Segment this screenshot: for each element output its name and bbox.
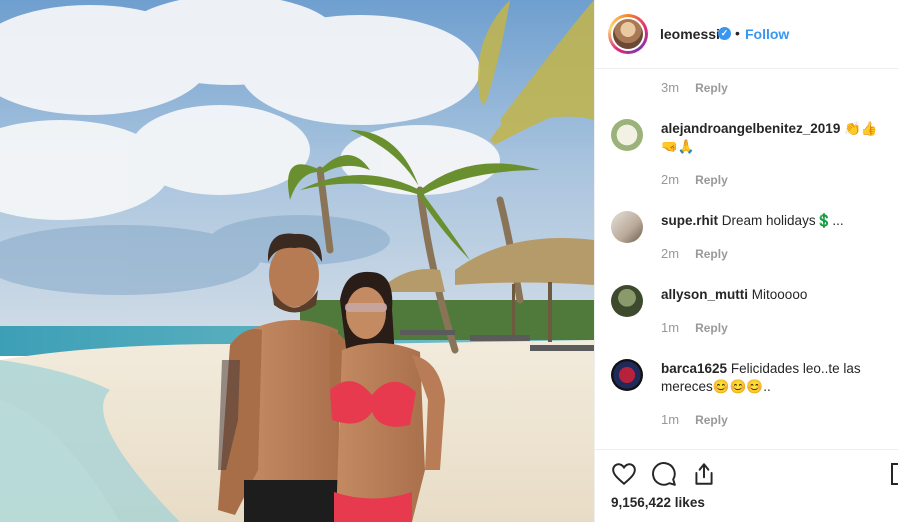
comment-text: supe.rhit Dream holidays💲...	[661, 212, 889, 230]
comment-time: 3m	[661, 80, 680, 95]
comment-meta: 1m Reply	[661, 412, 728, 427]
verified-badge-icon: ✓	[718, 27, 731, 40]
reply-button[interactable]: Reply	[695, 247, 728, 261]
author-avatar[interactable]	[608, 14, 648, 54]
comment-time: 1m	[661, 320, 680, 335]
comment-time: 1m	[661, 412, 680, 427]
comments-list[interactable]: 3m Reply alejandroangelbenitez_2019 👏👍🤜🙏 …	[595, 69, 898, 449]
beach-photo-image	[0, 0, 594, 522]
commenter-avatar[interactable]	[611, 211, 643, 243]
separator-dot: •	[735, 25, 740, 41]
post-photo[interactable]	[0, 0, 594, 522]
commenter-username[interactable]: supe.rhit	[661, 213, 718, 228]
comment-icon[interactable]	[651, 461, 677, 487]
commenter-avatar[interactable]	[611, 359, 643, 391]
comment-meta: 2m Reply	[661, 172, 728, 187]
comment-text: barca1625 Felicidades leo..te las merece…	[661, 360, 889, 396]
post-side-panel: leomessi ✓ • Follow 3m Reply alejandroang…	[594, 0, 898, 522]
comment-body: Mitooooo	[751, 287, 808, 302]
comment-time: 2m	[661, 172, 680, 187]
commenter-username[interactable]: barca1625	[661, 361, 727, 376]
share-icon[interactable]	[691, 461, 717, 487]
comment-text: alejandroangelbenitez_2019 👏👍🤜🙏	[661, 120, 889, 156]
commenter-username[interactable]: allyson_mutti	[661, 287, 748, 302]
reply-button[interactable]: Reply	[695, 321, 728, 335]
author-username[interactable]: leomessi	[660, 26, 720, 42]
likes-count[interactable]: 9,156,422 likes	[611, 495, 705, 510]
bookmark-icon[interactable]	[891, 463, 898, 485]
heart-icon[interactable]	[611, 461, 637, 487]
reply-button[interactable]: Reply	[695, 173, 728, 187]
reply-button[interactable]: Reply	[695, 413, 728, 427]
comment-meta: 2m Reply	[661, 246, 728, 261]
comment-meta: 1m Reply	[661, 320, 728, 335]
comment-time: 2m	[661, 246, 680, 261]
commenter-avatar[interactable]	[611, 285, 643, 317]
comment-body: Dream holidays💲...	[721, 213, 844, 228]
reply-button[interactable]: Reply	[695, 81, 728, 95]
follow-button[interactable]: Follow	[745, 26, 789, 42]
post-header: leomessi ✓ • Follow	[595, 0, 898, 69]
comment-text: allyson_mutti Mitooooo	[661, 286, 889, 304]
commenter-username[interactable]: alejandroangelbenitez_2019	[661, 121, 840, 136]
commenter-avatar[interactable]	[611, 119, 643, 151]
post-actions-bar: 9,156,422 likes	[595, 449, 898, 522]
comment-meta: 3m Reply	[661, 80, 728, 95]
